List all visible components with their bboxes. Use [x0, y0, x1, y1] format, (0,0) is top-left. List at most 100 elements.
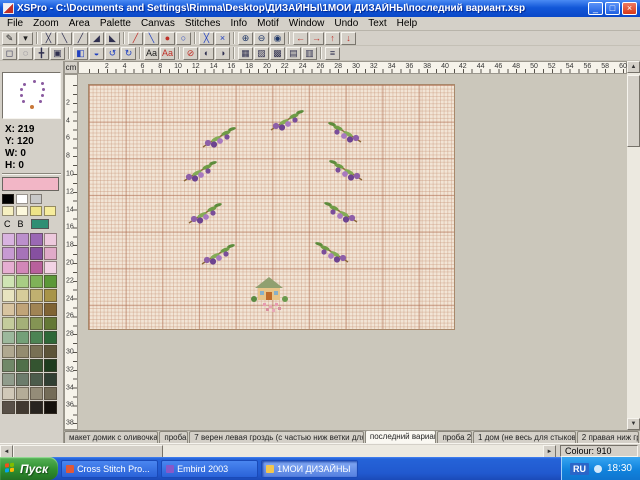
document-tab[interactable]: проба [159, 431, 188, 443]
taskbar-task[interactable]: Cross Stitch Pro... [61, 460, 158, 478]
maximize-button[interactable]: □ [605, 2, 620, 15]
document-tab[interactable]: 2 правая ниж гр. [577, 431, 639, 443]
palette-swatch[interactable] [16, 331, 29, 344]
pan-down-button[interactable]: ↓ [341, 32, 356, 45]
select-freehand-button[interactable]: ◌ [18, 47, 33, 60]
palette-swatch[interactable] [2, 317, 15, 330]
palette-swatch[interactable] [30, 233, 43, 246]
preview-box[interactable] [2, 72, 61, 119]
palette-swatch[interactable] [2, 303, 15, 316]
flip-vertical-button[interactable]: ◒ [89, 47, 104, 60]
palette-swatch[interactable] [30, 261, 43, 274]
palette-swatch[interactable] [30, 317, 43, 330]
palette-swatch[interactable] [16, 359, 29, 372]
select-rectangle-button[interactable]: ◻ [2, 47, 17, 60]
palette-swatch[interactable] [30, 289, 43, 302]
zoom-in-button[interactable]: ⊕ [238, 32, 253, 45]
flip-horizontal-button[interactable]: ◧ [73, 47, 88, 60]
taskbar-task[interactable]: 1МОИ ДИЗАЙНЫ [261, 460, 358, 478]
tray-app-icon[interactable] [594, 465, 602, 473]
pencil-tool-button[interactable]: ✎ [2, 32, 17, 45]
minimize-button[interactable]: _ [588, 2, 603, 15]
palette-swatch[interactable] [30, 194, 42, 204]
palette-swatch[interactable] [16, 289, 29, 302]
show-stitches-button[interactable]: ▩ [270, 47, 285, 60]
palette-swatch[interactable] [30, 401, 43, 414]
selected-color-swatch[interactable] [2, 177, 59, 191]
palette-swatch[interactable] [16, 373, 29, 386]
vertical-scroll-thumb[interactable] [627, 75, 640, 147]
half-stitch-forward-button[interactable]: ╱ [73, 32, 88, 45]
close-button[interactable]: × [622, 2, 637, 15]
pan-left-button[interactable]: ← [293, 32, 308, 45]
move-selection-button[interactable]: ╋ [34, 47, 49, 60]
text-tool-button[interactable]: Aa [144, 47, 159, 60]
palette-swatch[interactable] [30, 206, 42, 216]
clock[interactable]: 18:30 [607, 463, 632, 474]
palette-swatch[interactable] [16, 206, 28, 216]
vertical-scroll-track[interactable] [627, 73, 640, 418]
menu-item-undo[interactable]: Undo [329, 18, 363, 29]
palette-swatch[interactable] [30, 275, 43, 288]
palette-swatch[interactable] [16, 317, 29, 330]
full-cross-stitch-button[interactable]: ╳ [41, 32, 56, 45]
show-threads-button[interactable]: ▥ [302, 47, 317, 60]
palette-swatch[interactable] [30, 387, 43, 400]
palette-swatch[interactable] [2, 275, 15, 288]
copy-motif-button[interactable]: ▣ [50, 47, 65, 60]
zoom-selection-button[interactable]: ◉ [270, 32, 285, 45]
palette-swatch[interactable] [16, 247, 29, 260]
menu-item-text[interactable]: Text [363, 18, 391, 29]
palette-swatch[interactable] [2, 331, 15, 344]
french-knot-tool-button[interactable]: ● [160, 32, 175, 45]
palette-swatch[interactable] [44, 289, 57, 302]
palette-swatch[interactable] [2, 359, 15, 372]
menu-item-info[interactable]: Info [225, 18, 252, 29]
pan-right-button[interactable]: → [309, 32, 324, 45]
remove-color-button[interactable]: ⊘ [183, 47, 198, 60]
palette-swatch[interactable] [2, 194, 14, 204]
cross-column-header[interactable]: C [4, 219, 11, 229]
menu-item-file[interactable]: File [2, 18, 28, 29]
menu-item-stitches[interactable]: Stitches [180, 18, 226, 29]
document-tab[interactable]: проба 2 [437, 431, 472, 443]
palette-swatch[interactable] [44, 233, 57, 246]
document-tab[interactable]: последний вариант [365, 430, 437, 443]
stitch-grid[interactable] [88, 84, 455, 330]
swap-color-button[interactable]: ◑ [215, 47, 230, 60]
palette-swatch[interactable] [30, 247, 43, 260]
palette-swatch[interactable] [16, 303, 29, 316]
palette-swatch[interactable] [2, 233, 15, 246]
show-fabric-button[interactable]: ▤ [286, 47, 301, 60]
longstitch-tool-button[interactable]: ╲ [144, 32, 159, 45]
document-tab[interactable]: 7 верен левая гроздь (с частью ниж ветки… [189, 431, 364, 443]
palette-swatch[interactable] [2, 247, 15, 260]
palette-swatch[interactable] [30, 331, 43, 344]
ruler-toggle-button[interactable]: ≡ [325, 47, 340, 60]
show-symbols-button[interactable]: ▨ [254, 47, 269, 60]
menu-item-canvas[interactable]: Canvas [136, 18, 180, 29]
palette-swatch[interactable] [2, 206, 14, 216]
pan-up-button[interactable]: ↑ [325, 32, 340, 45]
palette-swatch[interactable] [2, 387, 15, 400]
palette-swatch[interactable] [16, 345, 29, 358]
half-stitch-back-button[interactable]: ╲ [57, 32, 72, 45]
title-bar[interactable]: XSPro - C:\Documents and Settings\Rimma\… [0, 0, 640, 17]
palette-swatch[interactable] [2, 261, 15, 274]
palette-swatch[interactable] [2, 289, 15, 302]
taskbar-task[interactable]: Embird 2003 [161, 460, 258, 478]
three-quarter-stitch-button[interactable]: ◣ [105, 32, 120, 45]
show-grid-button[interactable]: ▦ [238, 47, 253, 60]
document-tab[interactable]: макет домик с оливочками [64, 431, 158, 443]
palette-swatch[interactable] [44, 206, 56, 216]
menu-item-area[interactable]: Area [64, 18, 95, 29]
palette-swatch[interactable] [44, 261, 57, 274]
palette-swatch[interactable] [16, 275, 29, 288]
palette-swatch[interactable] [30, 345, 43, 358]
palette-swatch[interactable] [16, 261, 29, 274]
menu-item-motif[interactable]: Motif [252, 18, 284, 29]
pencil-mode-dropdown-button[interactable]: ▾ [18, 32, 33, 45]
palette-swatch[interactable] [44, 275, 57, 288]
palette-swatch[interactable] [16, 401, 29, 414]
palette-swatch[interactable] [16, 387, 29, 400]
